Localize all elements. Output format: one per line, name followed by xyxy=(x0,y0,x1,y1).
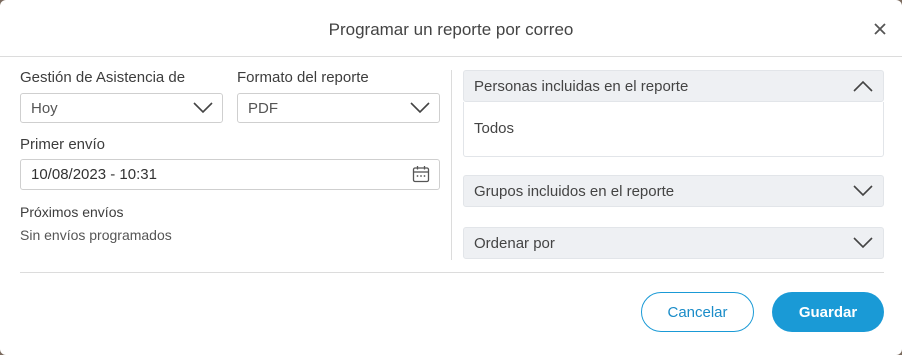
order-accordion-header[interactable]: Ordenar por xyxy=(463,227,884,259)
calendar-icon[interactable] xyxy=(412,165,430,183)
persons-accordion-header[interactable]: Personas incluidas en el reporte xyxy=(463,70,884,102)
first-send-datetime-input[interactable]: 10/08/2023 - 10:31 xyxy=(20,159,440,190)
format-select-value: PDF xyxy=(248,100,278,117)
order-accordion-title: Ordenar por xyxy=(474,235,555,252)
chevron-down-icon xyxy=(853,237,873,249)
persons-value: Todos xyxy=(474,120,515,137)
chevron-down-icon xyxy=(410,102,430,114)
next-sends-value: Sin envíos programados xyxy=(20,227,172,243)
chevron-down-icon xyxy=(853,185,873,197)
dialog-header: Programar un reporte por correo xyxy=(0,0,902,57)
footer-divider xyxy=(20,272,884,273)
first-send-value: 10/08/2023 - 10:31 xyxy=(31,166,157,183)
dialog-title: Programar un reporte por correo xyxy=(328,20,574,39)
column-divider xyxy=(451,70,452,260)
groups-accordion-title: Grupos incluidos en el reporte xyxy=(474,183,675,200)
format-select[interactable]: PDF xyxy=(237,93,440,123)
persons-accordion-body: Todos xyxy=(463,102,884,157)
format-label: Formato del reporte xyxy=(237,69,369,86)
chevron-up-icon xyxy=(853,80,873,92)
next-sends-label: Próximos envíos xyxy=(20,204,124,220)
groups-accordion-header[interactable]: Grupos incluidos en el reporte xyxy=(463,175,884,207)
attendance-select[interactable]: Hoy xyxy=(20,93,223,123)
persons-accordion-title: Personas incluidas en el reporte xyxy=(474,78,689,95)
attendance-select-value: Hoy xyxy=(31,100,58,117)
close-icon[interactable] xyxy=(872,21,888,37)
schedule-report-dialog: Programar un reporte por correo Gestión … xyxy=(0,0,902,355)
save-button[interactable]: Guardar xyxy=(772,292,884,332)
attendance-label: Gestión de Asistencia de xyxy=(20,69,186,86)
first-send-label: Primer envío xyxy=(20,136,106,153)
cancel-button[interactable]: Cancelar xyxy=(641,292,754,332)
chevron-down-icon xyxy=(193,102,213,114)
